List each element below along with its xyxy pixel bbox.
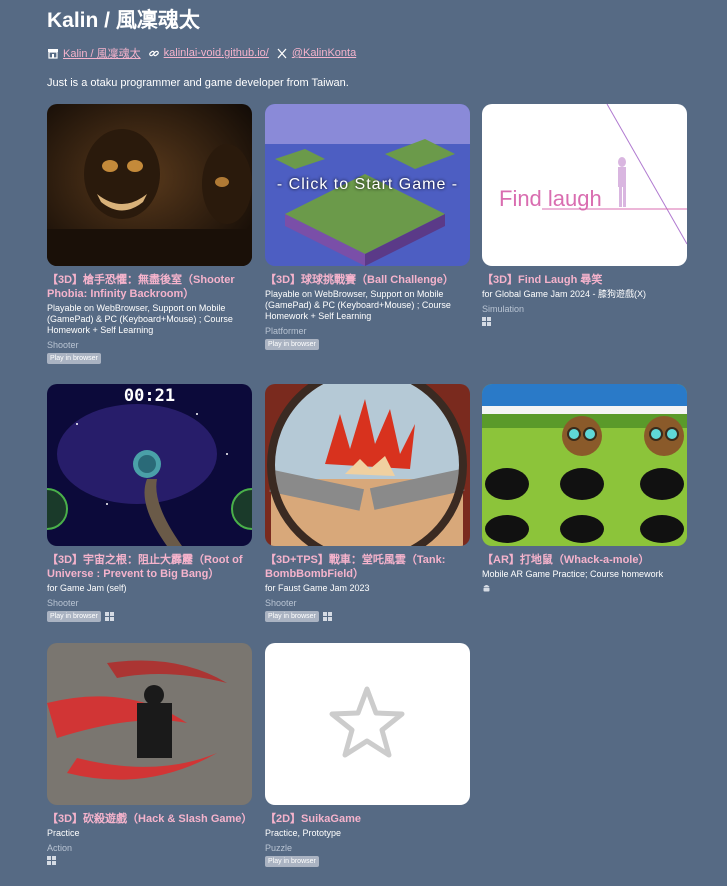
- game-card[interactable]: 【3D】砍殺遊戲（Hack & Slash Game） Practice Act…: [47, 643, 252, 865]
- game-description: Playable on WebBrowser, Support on Mobil…: [47, 303, 233, 335]
- game-genre: Platformer: [265, 326, 307, 336]
- game-tags: Play in browser: [265, 339, 470, 350]
- game-card[interactable]: 【AR】打地鼠（Whack-a-mole） Mobile AR Game Pra…: [482, 384, 687, 592]
- game-card[interactable]: 00:21 【3D】宇宙之根：阻止大霹靂（Root of Universe : …: [47, 384, 252, 622]
- store-link-label[interactable]: Kalin / 風凜魂太: [63, 45, 141, 61]
- windows-icon: [322, 612, 332, 621]
- store-icon: [48, 48, 58, 59]
- android-icon: [483, 585, 490, 592]
- windows-icon: [47, 856, 56, 865]
- play-in-browser-badge: Play in browser: [47, 611, 101, 622]
- game-description: for Game Jam (self): [47, 583, 127, 593]
- game-title[interactable]: 【AR】打地鼠（Whack-a-mole）: [482, 553, 687, 567]
- game-tags: Play in browser: [47, 353, 252, 364]
- game-description: Practice: [47, 828, 80, 838]
- game-title[interactable]: 【2D】SuikaGame: [265, 812, 470, 826]
- game-tags: Play in browser: [47, 611, 252, 622]
- website-link-label[interactable]: kalinlai-void.github.io/: [164, 47, 269, 59]
- twitter-link[interactable]: @KalinKonta: [276, 47, 356, 59]
- game-title[interactable]: 【3D】宇宙之根：阻止大霹靂（Root of Universe : Preven…: [47, 553, 252, 581]
- website-link[interactable]: kalinlai-void.github.io/: [148, 47, 269, 59]
- windows-icon: [482, 317, 491, 326]
- star-placeholder-icon: [329, 686, 405, 758]
- game-timer: 00:21: [123, 386, 176, 406]
- game-genre: Shooter: [265, 598, 297, 608]
- game-title[interactable]: 【3D】砍殺遊戲（Hack & Slash Game）: [47, 812, 252, 826]
- game-tags: Play in browser: [265, 856, 470, 867]
- game-genre: Shooter: [47, 340, 79, 350]
- game-description: Mobile AR Game Practice; Course homework: [482, 569, 664, 579]
- game-thumbnail[interactable]: Find laugh: [482, 104, 687, 266]
- game-tags: [47, 856, 252, 865]
- game-tags: Play in browser: [265, 611, 470, 622]
- game-thumbnail[interactable]: [265, 384, 470, 546]
- play-in-browser-badge: Play in browser: [265, 856, 319, 867]
- windows-icon: [104, 612, 114, 621]
- game-description: for Global Game Jam 2024 - 膝狗遊戲(X): [482, 289, 647, 299]
- game-description: Practice, Prototype: [265, 828, 342, 838]
- game-title[interactable]: 【3D】Find Laugh 尋笑: [482, 273, 687, 287]
- game-title[interactable]: 【3D】槍手恐懼：無盡後室（Shooter Phobia: Infinity B…: [47, 273, 252, 301]
- game-genre: Action: [47, 843, 73, 853]
- start-game-overlay[interactable]: - Click to Start Game -: [265, 176, 470, 194]
- game-title[interactable]: 【3D】球球挑戰賽（Ball Challenge）: [265, 273, 470, 287]
- page-title: Kalin / 風凜魂太: [47, 9, 200, 32]
- twitter-link-label[interactable]: @KalinKonta: [292, 47, 356, 59]
- game-thumbnail[interactable]: [47, 104, 252, 266]
- x-icon: [277, 48, 287, 58]
- store-link[interactable]: Kalin / 風凜魂太: [47, 45, 141, 61]
- game-card[interactable]: Find laugh 【3D】Find Laugh 尋笑 for Global …: [482, 104, 687, 326]
- game-description: Playable on WebBrowser, Support on Mobil…: [265, 289, 451, 321]
- game-title[interactable]: 【3D+TPS】戰車：堂吒風雲（Tank: BombBombField）: [265, 553, 470, 581]
- game-description: for Faust Game Jam 2023: [265, 583, 370, 593]
- game-tags: [482, 317, 687, 326]
- game-thumbnail[interactable]: [265, 643, 470, 805]
- play-in-browser-badge: Play in browser: [265, 339, 319, 350]
- game-thumbnail[interactable]: [482, 384, 687, 546]
- play-in-browser-badge: Play in browser: [47, 353, 101, 364]
- game-genre: Simulation: [482, 304, 525, 314]
- play-in-browser-badge: Play in browser: [265, 611, 319, 622]
- game-genre: Puzzle: [265, 843, 293, 853]
- profile-links: Kalin / 風凜魂太 kalinlai-void.github.io/ @K…: [47, 45, 363, 61]
- thumbnail-logo-text: Find laugh: [499, 186, 602, 211]
- game-card[interactable]: 【3D+TPS】戰車：堂吒風雲（Tank: BombBombField） for…: [265, 384, 470, 622]
- game-tags: [482, 583, 687, 592]
- game-thumbnail[interactable]: [47, 643, 252, 805]
- game-card[interactable]: 【2D】SuikaGame Practice, Prototype Puzzle…: [265, 643, 470, 867]
- profile-tagline: Just is a otaku programmer and game deve…: [47, 77, 349, 89]
- game-card[interactable]: 【3D】槍手恐懼：無盡後室（Shooter Phobia: Infinity B…: [47, 104, 252, 364]
- game-genre: Shooter: [47, 598, 79, 608]
- game-thumbnail[interactable]: - Click to Start Game -: [265, 104, 470, 266]
- link-icon: [148, 50, 159, 56]
- game-card[interactable]: - Click to Start Game - 【3D】球球挑戰賽（Ball C…: [265, 104, 470, 350]
- game-thumbnail[interactable]: 00:21: [47, 384, 252, 546]
